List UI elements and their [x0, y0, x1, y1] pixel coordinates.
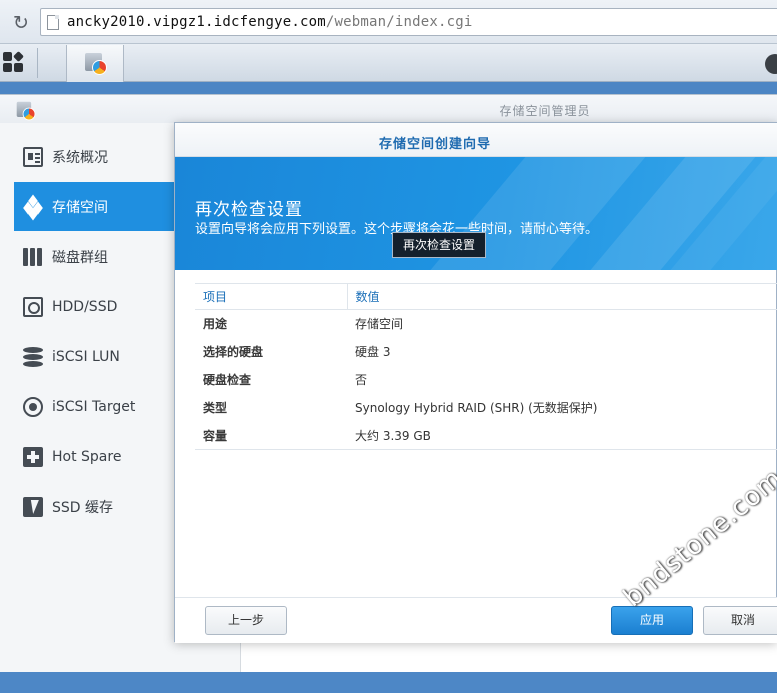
url-host: ancky2010.vipgz1.idcfengye.com [67, 14, 326, 30]
sidebar-item-label: iSCSI Target [52, 398, 136, 415]
window-title: 存储空间管理员 [499, 104, 591, 118]
sidebar-item-iscsi-lun[interactable]: iSCSI LUN [14, 332, 174, 381]
table-row: 容量 大约 3.39 GB [195, 421, 777, 450]
row-item: 选择的硬盘 [203, 345, 264, 359]
page-icon [47, 15, 59, 30]
row-value: 否 [355, 373, 368, 387]
taskbar-storage-manager[interactable] [66, 45, 124, 82]
lightning-icon [23, 496, 43, 517]
row-value: 硬盘 3 [355, 345, 391, 359]
overview-icon [23, 146, 43, 167]
url-path: /webman/index.cgi [325, 14, 473, 30]
url-text: ancky2010.vipgz1.idcfengye.com/webman/in… [67, 14, 473, 30]
sidebar-item-overview[interactable]: 系统概况 [14, 132, 174, 181]
table-header-row: 项目 数值 [195, 283, 777, 310]
row-item: 硬盘检查 [203, 373, 252, 387]
target-icon [23, 396, 43, 417]
sidebar-item-hot-spare[interactable]: Hot Spare [14, 432, 174, 481]
tooltip: 再次检查设置 [392, 232, 487, 258]
sidebar-item-label: Hot Spare [52, 448, 122, 465]
notification-icon[interactable] [765, 54, 777, 74]
wizard-title-bar[interactable]: 存储空间创建向导 [175, 123, 777, 157]
sidebar-item-volume[interactable]: 存储空间 [14, 182, 174, 231]
sidebar-item-ssd-cache[interactable]: SSD 缓存 [14, 482, 174, 531]
storage-manager-icon [83, 51, 107, 75]
sidebar-item-iscsi-target[interactable]: iSCSI Target [14, 382, 174, 431]
sidebar-item-label: HDD/SSD [52, 298, 118, 315]
hard-disk-icon [23, 296, 43, 317]
main-menu-icon[interactable] [3, 51, 25, 74]
reload-icon[interactable]: ↻ [10, 12, 32, 34]
sidebar-item-label: SSD 缓存 [52, 499, 114, 516]
database-icon [23, 346, 43, 367]
table-row: 类型 Synology Hybrid RAID (SHR) (无数据保护) [195, 394, 777, 422]
sidebar-item-label: iSCSI LUN [52, 348, 120, 365]
column-header-value[interactable]: 数值 [347, 283, 777, 310]
wizard-title: 存储空间创建向导 [378, 137, 491, 152]
desktop-background [0, 672, 777, 693]
taskbar-divider [37, 48, 38, 78]
wizard-footer: 上一步 应用 取消 [175, 597, 777, 643]
column-header-item[interactable]: 项目 [195, 283, 348, 310]
previous-button[interactable]: 上一步 [205, 606, 287, 635]
window-title-bar[interactable]: 存储空间管理员 [0, 95, 777, 123]
sidebar-item-label: 存储空间 [52, 199, 108, 216]
sidebar-item-disk-group[interactable]: 磁盘群组 [14, 232, 174, 281]
sidebar-item-hdd-ssd[interactable]: HDD/SSD [14, 282, 174, 331]
row-item: 类型 [203, 401, 228, 415]
apply-button[interactable]: 应用 [611, 606, 693, 635]
row-value: Synology Hybrid RAID (SHR) (无数据保护) [355, 401, 598, 415]
sidebar-item-label: 磁盘群组 [52, 249, 108, 266]
row-value: 大约 3.39 GB [347, 421, 777, 450]
address-bar[interactable]: ancky2010.vipgz1.idcfengye.com/webman/in… [40, 8, 777, 36]
browser-toolbar: ↻ ancky2010.vipgz1.idcfengye.com/webman/… [0, 0, 777, 44]
table-row: 用途 存储空间 [195, 310, 777, 338]
raid-group-icon [23, 247, 43, 267]
table-row: 选择的硬盘 硬盘 3 [195, 338, 777, 366]
cubes-icon [23, 194, 43, 220]
sidebar-item-label: 系统概况 [52, 149, 108, 166]
table-row: 硬盘检查 否 [195, 366, 777, 394]
plus-box-icon [23, 446, 43, 467]
step-title: 再次检查设置 [195, 200, 303, 220]
settings-summary-table: 项目 数值 用途 存储空间 选择的硬盘 硬盘 3 硬盘检查 否 类型 Synol… [195, 283, 777, 450]
row-value: 存储空间 [355, 317, 404, 332]
row-item: 容量 [195, 421, 347, 450]
dsm-taskbar [0, 44, 777, 82]
row-item: 用途 [203, 317, 228, 332]
cancel-button[interactable]: 取消 [703, 606, 777, 635]
